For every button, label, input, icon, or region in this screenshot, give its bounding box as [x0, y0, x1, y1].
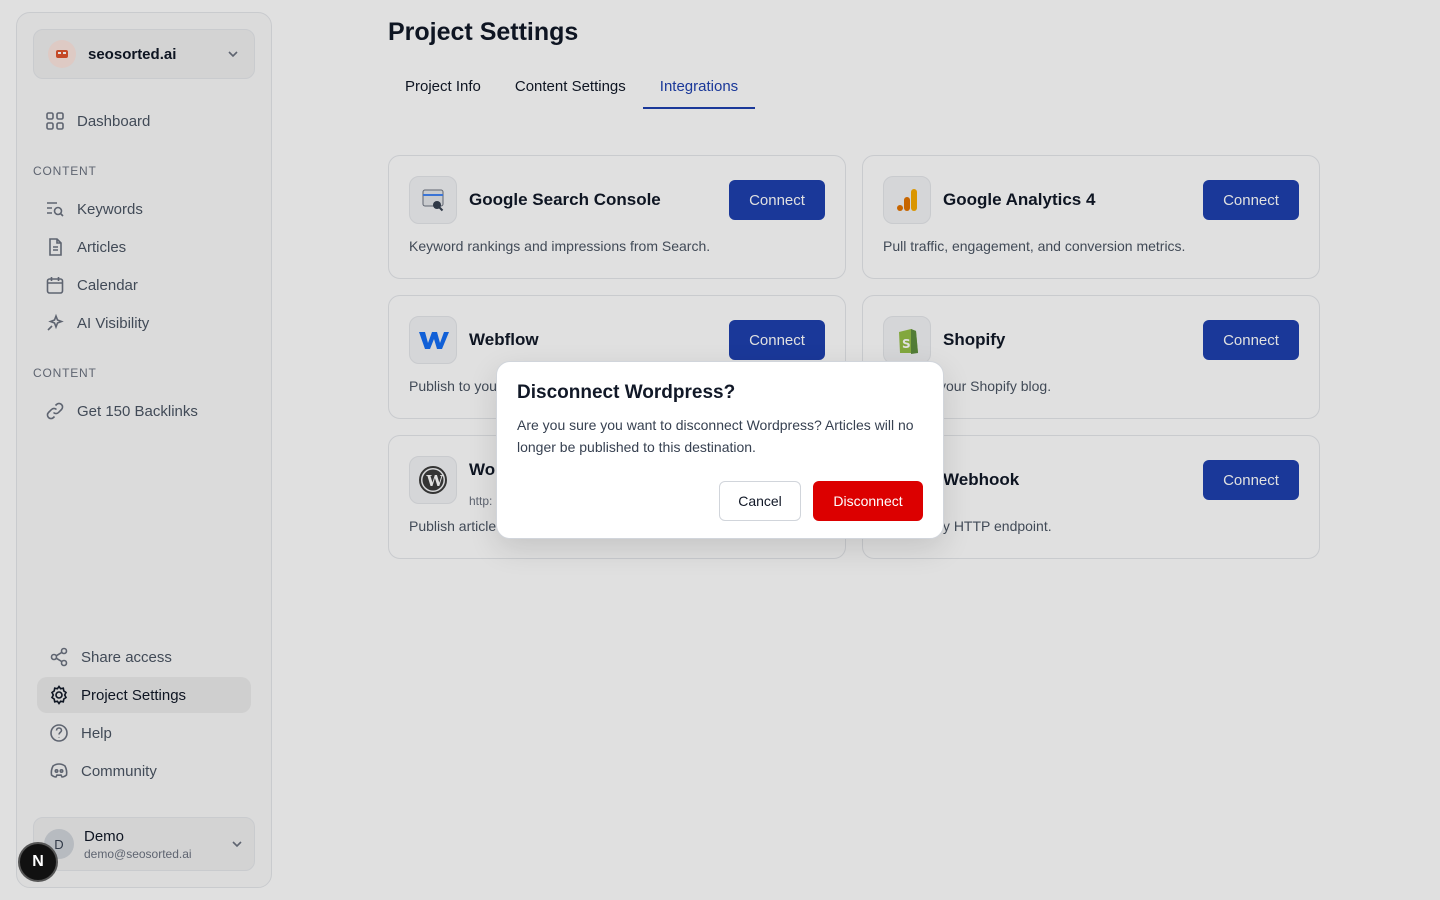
dialog-actions: Cancel Disconnect: [719, 481, 923, 521]
dialog-message: Are you sure you want to disconnect Word…: [517, 417, 914, 455]
disconnect-button[interactable]: Disconnect: [813, 481, 923, 521]
dialog-title: Disconnect Wordpress?: [517, 382, 736, 403]
cancel-button[interactable]: Cancel: [719, 481, 801, 521]
next-dev-badge[interactable]: N: [18, 842, 58, 882]
disconnect-dialog: Disconnect Wordpress? Are you sure you w…: [496, 361, 944, 539]
